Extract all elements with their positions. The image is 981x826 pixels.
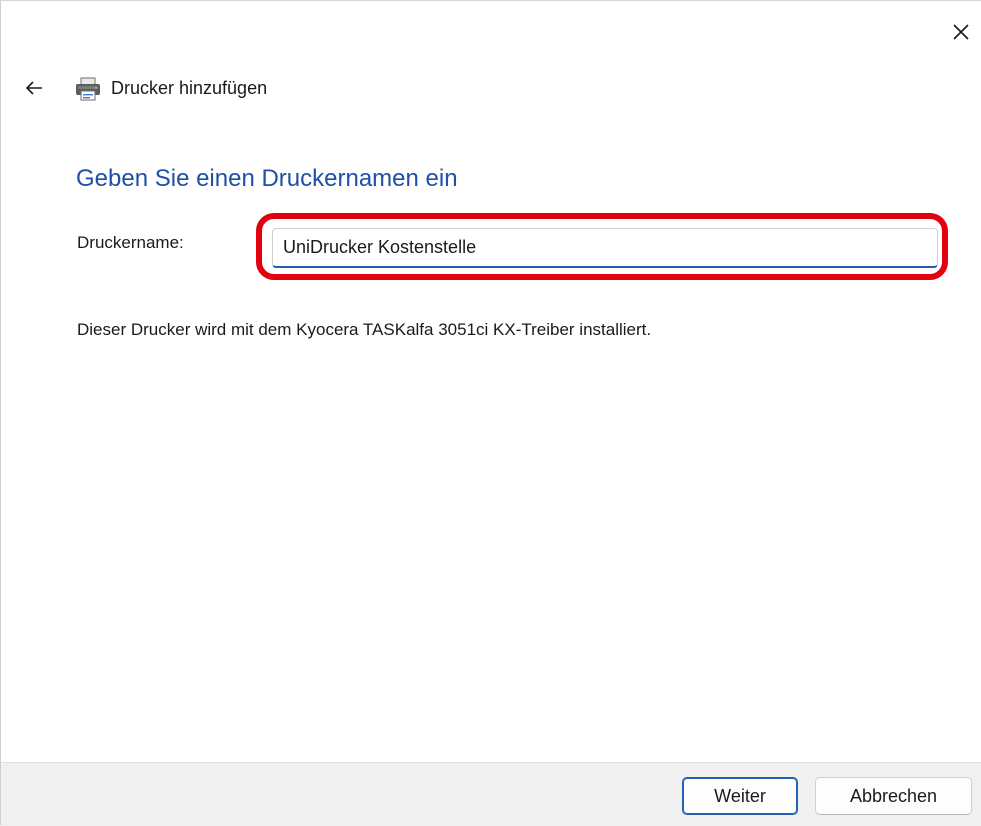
cancel-button[interactable]: Abbrechen xyxy=(815,777,972,815)
close-icon xyxy=(953,24,969,40)
printer-icon xyxy=(76,77,100,101)
page-heading: Geben Sie einen Druckernamen ein xyxy=(76,165,458,192)
driver-info-text: Dieser Drucker wird mit dem Kyocera TASK… xyxy=(77,320,652,339)
printer-name-input[interactable] xyxy=(272,228,938,268)
add-printer-dialog: Drucker hinzufügen Geben Sie einen Druck… xyxy=(0,0,981,826)
close-button[interactable] xyxy=(946,15,976,49)
printer-name-label: Druckername: xyxy=(77,233,184,252)
window-title: Drucker hinzufügen xyxy=(111,78,268,98)
next-button[interactable]: Weiter xyxy=(682,777,798,815)
arrow-left-icon xyxy=(25,81,42,95)
back-button[interactable] xyxy=(19,73,49,103)
